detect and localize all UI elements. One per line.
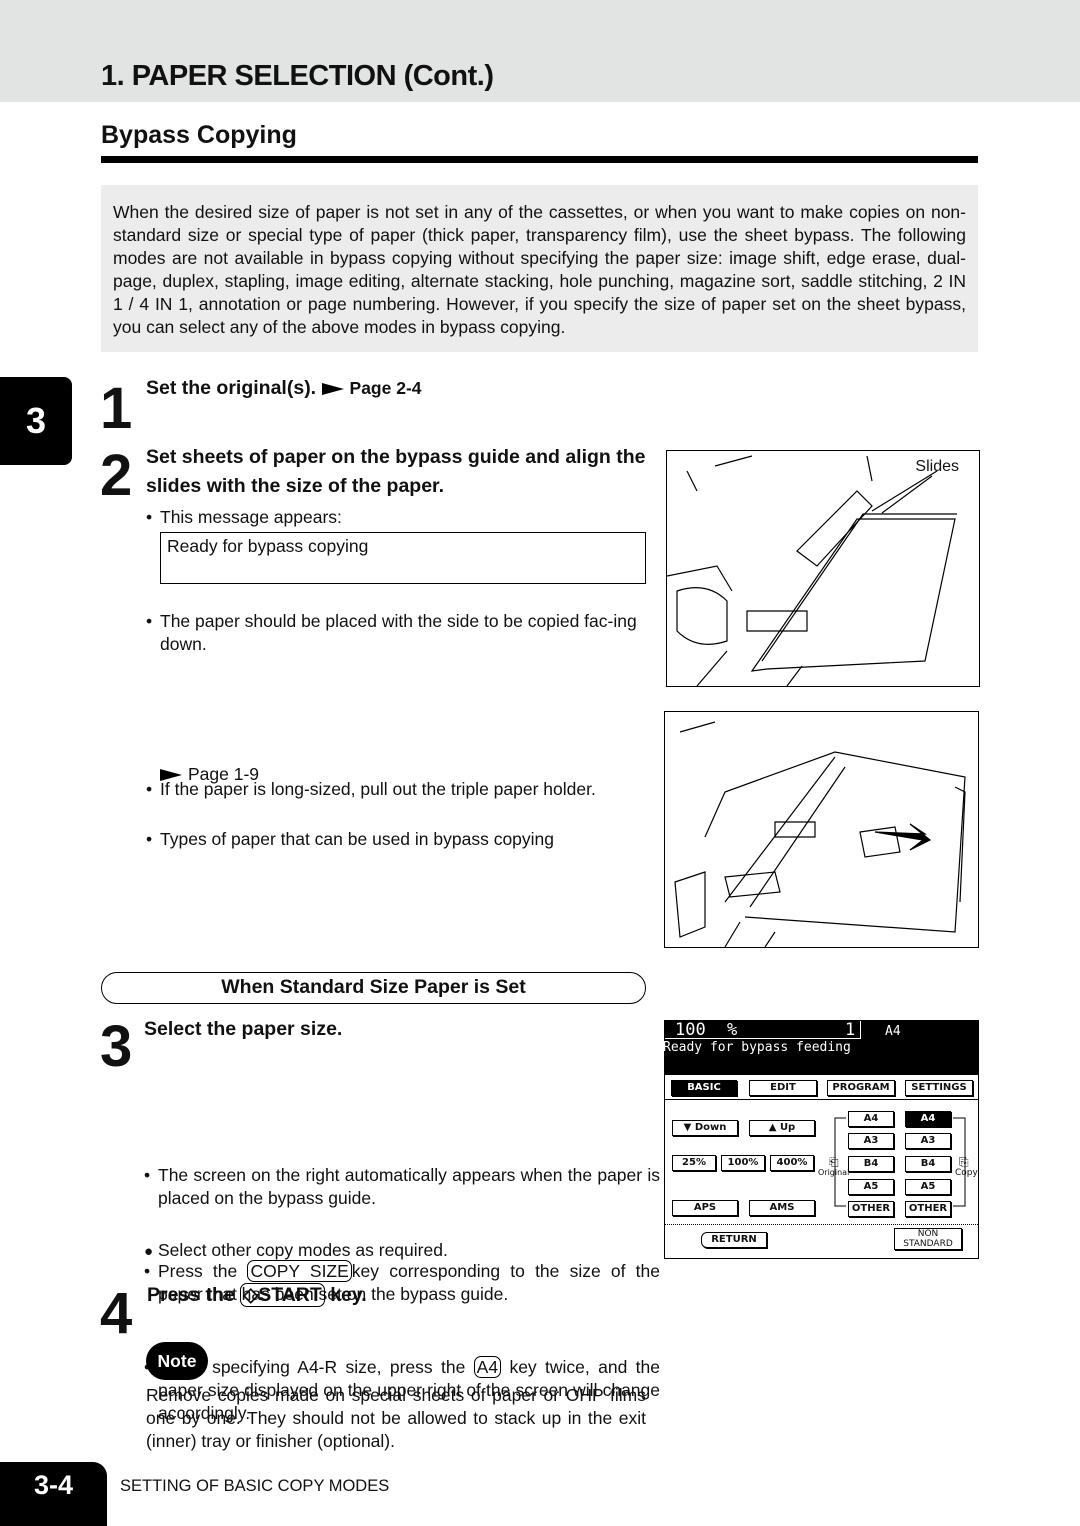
original-size-a3[interactable]: A3 (848, 1133, 894, 1149)
chapter-tab: 3 (0, 377, 72, 465)
step-heading: Set the original(s). Page 2-4 (146, 374, 422, 403)
start-key: ◇START (240, 1283, 325, 1307)
text: Press the (147, 1284, 235, 1306)
lcd-tab-edit[interactable]: EDIT (749, 1080, 817, 1096)
step-number: 2 (100, 443, 133, 508)
note-badge: Note (146, 1342, 208, 1380)
step-number: 4 (100, 1281, 133, 1346)
text: key. (330, 1284, 367, 1306)
manual-page: 1. PAPER SELECTION (Cont.) Bypass Copyin… (0, 0, 1080, 1526)
footer-section: SETTING OF BASIC COPY MODES (120, 1477, 390, 1495)
note-text: Remove copies made on special sheets of … (146, 1385, 646, 1451)
a4-key: A4 (473, 1356, 502, 1378)
step-number: 1 (100, 376, 133, 441)
text: Select other copy modes as required. (157, 1240, 448, 1260)
lcd-zoom: 100 (675, 1020, 706, 1040)
page-ref: Page 2-4 (349, 378, 422, 398)
zoom-down-button[interactable]: ▼ Down (672, 1120, 738, 1136)
section-label: When Standard Size Paper is Set (101, 972, 646, 1004)
page-ref: Page 1-9 (160, 763, 259, 786)
zoom-up-button[interactable]: ▲ Up (749, 1120, 815, 1136)
step-heading: Select the paper size. (144, 1018, 343, 1040)
non-standard-button[interactable]: NON STANDARD (894, 1228, 962, 1250)
lcd-tab-basic[interactable]: BASIC (671, 1080, 737, 1096)
lcd-pct: % (727, 1020, 738, 1040)
ams-button[interactable]: AMS (749, 1200, 815, 1216)
copy-size-key: COPY SIZE (247, 1260, 352, 1282)
figure-label: Slides (915, 458, 959, 475)
copy-size-other[interactable]: OTHER (905, 1201, 951, 1217)
step-text: Set the original(s). (146, 377, 317, 399)
copy-size-b4[interactable]: B4 (905, 1156, 951, 1172)
page-ref-arrow-icon (321, 382, 344, 395)
lcd-status-area: 100 % 1 A4 Ready for bypass feeding (663, 1020, 978, 1075)
bullet: The paper should be placed with the side… (146, 610, 660, 656)
step-heading: Press the ◇START key. (147, 1281, 367, 1310)
copy-size-a3[interactable]: A3 (905, 1133, 951, 1149)
original-size-a4[interactable]: A4 (848, 1111, 894, 1127)
copy-size-a5[interactable]: A5 (905, 1179, 951, 1195)
page-number: 3-4 (0, 1462, 107, 1526)
zoom-25-button[interactable]: 25% (672, 1155, 716, 1171)
original-label: Original (818, 1168, 850, 1177)
page-title: 1. PAPER SELECTION (Cont.) (101, 60, 494, 92)
lcd-tab-program[interactable]: PROGRAM (827, 1080, 895, 1096)
page-ref-text: Page 1-9 (188, 764, 260, 784)
lcd-tab-settings[interactable]: SETTINGS (905, 1080, 973, 1096)
aps-button[interactable]: APS (672, 1200, 738, 1216)
bypass-slides-illustration: Slides (666, 450, 980, 687)
paper-holder-illustration (664, 711, 979, 948)
zoom-100-button[interactable]: 100% (721, 1155, 765, 1171)
step-number: 3 (100, 1014, 133, 1079)
lcd-size: A4 (885, 1024, 901, 1039)
copy-size-a4[interactable]: A4 (905, 1111, 951, 1127)
return-button[interactable]: RETURN (701, 1232, 767, 1248)
bullet: ● Select other copy modes as required. (144, 1240, 448, 1260)
section-title: Bypass Copying (101, 121, 297, 149)
text: Press the (158, 1261, 238, 1281)
bullet: The screen on the right automatically ap… (144, 1164, 660, 1210)
zoom-400-button[interactable]: 400% (770, 1155, 814, 1171)
lcd-count: 1 (845, 1020, 856, 1040)
original-size-other[interactable]: OTHER (848, 1201, 894, 1217)
page-ref-arrow-icon (160, 769, 182, 782)
original-size-b4[interactable]: B4 (848, 1156, 894, 1172)
lcd-screen: 100 % 1 A4 Ready for bypass feeding BASI… (663, 1020, 979, 1259)
lcd-status: Ready for bypass feeding (663, 1040, 851, 1055)
original-size-a5[interactable]: A5 (848, 1179, 894, 1195)
message-box: Ready for bypass copying (160, 532, 646, 584)
intro-box: When the desired size of paper is not se… (101, 185, 978, 352)
step-heading: Set sheets of paper on the bypass guide … (146, 446, 646, 497)
copy-label: Copy (955, 1168, 978, 1178)
title-rule (101, 156, 978, 163)
